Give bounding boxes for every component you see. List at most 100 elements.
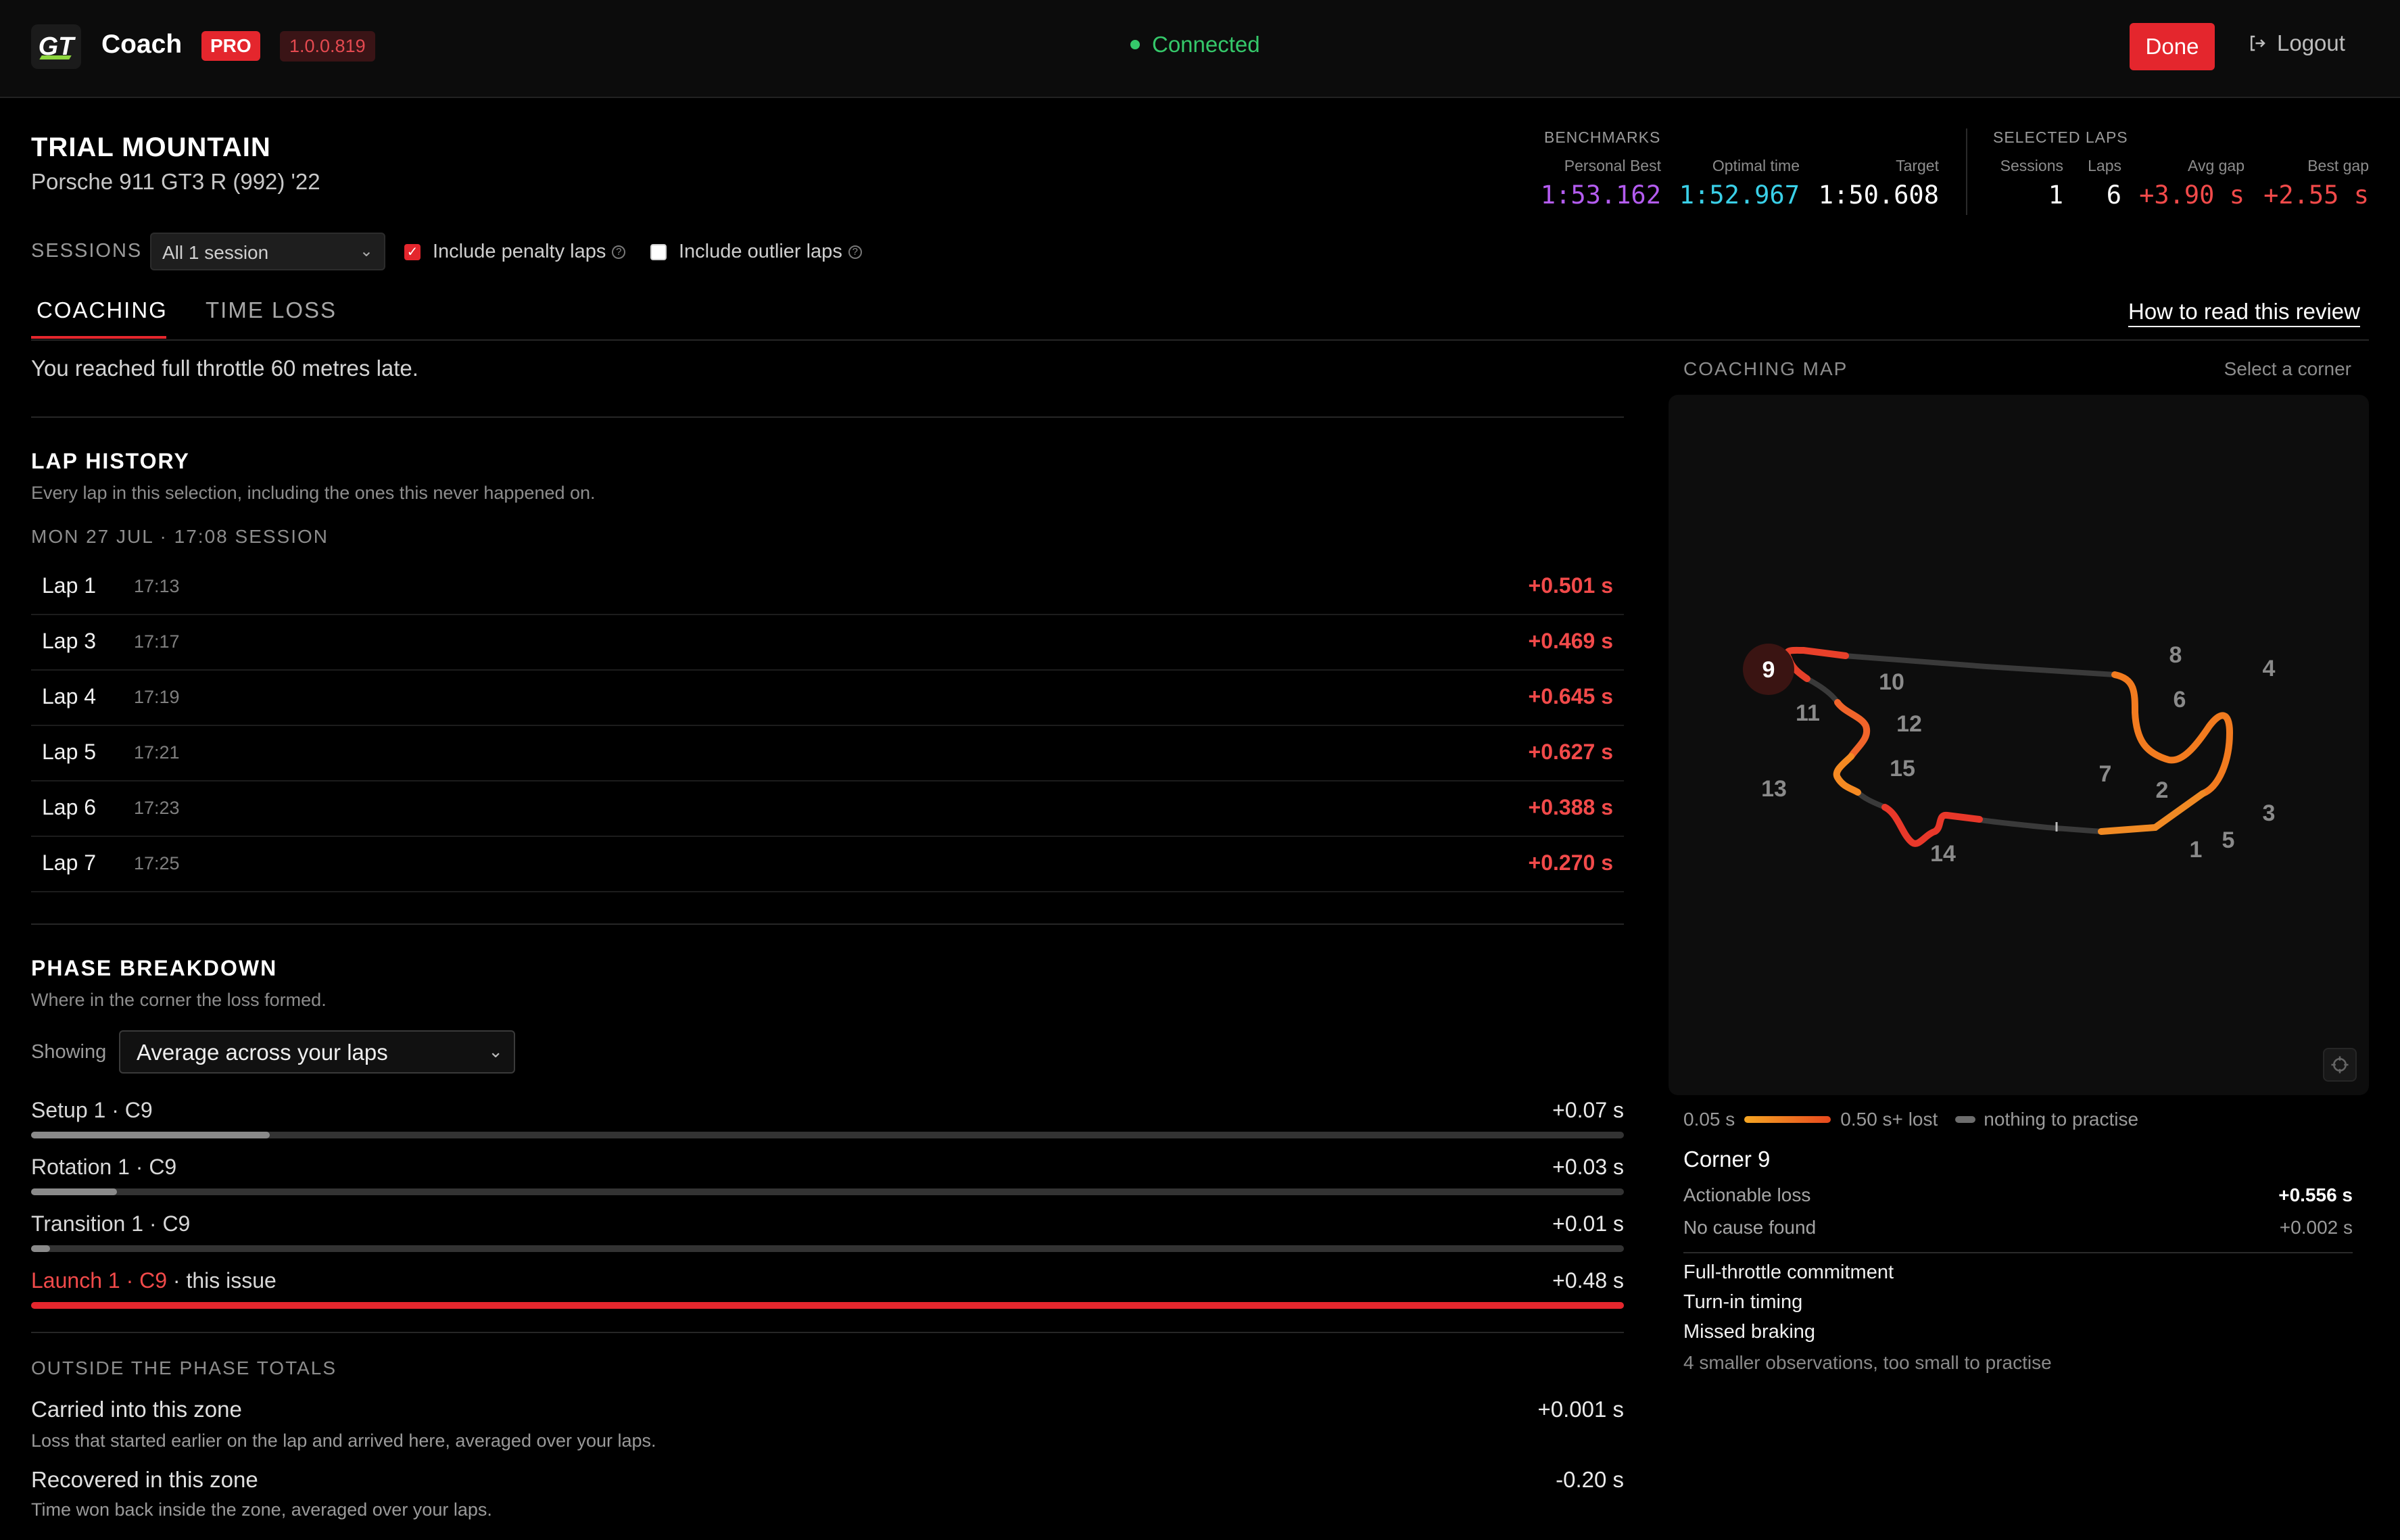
lap-time: 17:17 — [134, 631, 180, 652]
corner-label-12[interactable]: 12 — [1896, 711, 1922, 737]
recovered-title: Recovered in this zone — [31, 1467, 258, 1492]
laps-stat-label: Laps — [2088, 157, 2121, 174]
map-legend: 0.05 s 0.50 s+ lost nothing to practise — [1683, 1109, 2138, 1130]
coaching-summary: You reached full throttle 60 metres late… — [31, 356, 418, 381]
phase-bar-track — [31, 1132, 1624, 1138]
corner-label-13[interactable]: 13 — [1761, 776, 1787, 802]
lap-time: 17:25 — [134, 853, 180, 873]
lap-row[interactable]: Lap 4 17:19 +0.645 s — [31, 671, 1624, 726]
smaller-observations-note: 4 smaller observations, too small to pra… — [1683, 1352, 2052, 1373]
tab-time-loss[interactable]: TIME LOSS — [206, 297, 337, 323]
corner-label-6[interactable]: 6 — [2174, 687, 2186, 713]
phase-bar-fill — [31, 1245, 51, 1252]
lap-name: Lap 7 — [42, 850, 97, 875]
track-name: TRIAL MOUNTAIN — [31, 133, 271, 162]
section-divider — [31, 416, 1624, 418]
phase-label: Launch 1 · C9 · this issue — [31, 1268, 277, 1293]
corner-label-2[interactable]: 2 — [2156, 777, 2169, 803]
corner-label-5[interactable]: 5 — [2222, 827, 2235, 853]
corner-label-1[interactable]: 1 — [2190, 837, 2203, 863]
select-corner-hint: Select a corner — [2224, 358, 2351, 379]
corner-label-10[interactable]: 10 — [1879, 669, 1904, 695]
sessions-select[interactable]: All 1 session ⌄ — [150, 233, 385, 270]
loss-segment-c1[interactable] — [2098, 790, 2206, 835]
logout-icon — [2251, 35, 2265, 51]
checkbox-checked-icon[interactable]: ✓ — [404, 243, 421, 260]
cause-item[interactable]: Turn-in timing — [1683, 1291, 1802, 1314]
phase-label: Setup 1 · C9 — [31, 1098, 153, 1122]
lap-row[interactable]: Lap 6 17:23 +0.388 s — [31, 781, 1624, 837]
corner-label-15[interactable]: 15 — [1890, 756, 1915, 781]
app-logo: GT — [31, 24, 81, 69]
recenter-button[interactable] — [2323, 1048, 2357, 1082]
avg-gap-label: Avg gap — [2188, 157, 2245, 174]
legend-none-label: nothing to practise — [1984, 1109, 2139, 1130]
corner-label-4[interactable]: 4 — [2263, 656, 2276, 681]
penalty-laps-label: Include penalty laps — [433, 241, 606, 262]
corner-label-11[interactable]: 11 — [1796, 700, 1820, 726]
benchmarks-title: BENCHMARKS — [1544, 128, 1661, 146]
carried-title: Carried into this zone — [31, 1397, 242, 1422]
best-gap-value: +2.55 s — [2263, 181, 2369, 210]
tabs-divider — [31, 339, 2369, 341]
corner-label-3[interactable]: 3 — [2263, 800, 2276, 826]
corner-label-9[interactable]: 9 — [1762, 657, 1775, 683]
lap-name: Lap 3 — [42, 629, 97, 653]
outlier-laps-checkbox[interactable]: Include outlier laps ? — [650, 241, 862, 263]
loss-segment-c9[interactable] — [1783, 646, 1849, 682]
cause-item[interactable]: Missed braking — [1683, 1321, 1815, 1343]
legend-gradient-swatch — [1744, 1116, 1831, 1123]
cause-item[interactable]: Full-throttle commitment — [1683, 1261, 1894, 1284]
help-icon[interactable]: ? — [848, 245, 862, 259]
tab-coaching[interactable]: COACHING — [37, 297, 168, 323]
lap-row[interactable]: Lap 3 17:17 +0.469 s — [31, 615, 1624, 671]
how-to-read-link[interactable]: How to read this review — [2128, 299, 2360, 327]
lap-row[interactable]: Lap 7 17:25 +0.270 s — [31, 837, 1624, 892]
track-map[interactable]: 9 1 2 3 4 5 6 7 8 10 11 12 13 14 15 — [1669, 395, 2369, 1095]
version-badge: 1.0.0.819 — [280, 31, 375, 62]
actionable-loss-label: Actionable loss — [1683, 1184, 1811, 1205]
phase-bar-track — [31, 1188, 1624, 1195]
corner-label-7[interactable]: 7 — [2099, 761, 2112, 787]
selected-laps-title: SELECTED LAPS — [1993, 128, 2128, 146]
lap-name: Lap 4 — [42, 684, 97, 708]
personal-best-value: 1:53.162 — [1540, 181, 1661, 210]
carried-subtitle: Loss that started earlier on the lap and… — [31, 1430, 656, 1451]
phase-value: +0.03 s — [1552, 1155, 1624, 1179]
target-label: Target — [1896, 157, 1939, 174]
sessions-stat: Sessions 1 — [2000, 157, 2063, 210]
lap-history-title: LAP HISTORY — [31, 449, 190, 473]
best-gap-label: Best gap — [2307, 157, 2369, 174]
outside-phase-heading: OUTSIDE THE PHASE TOTALS — [31, 1357, 337, 1378]
corner-label-8[interactable]: 8 — [2169, 642, 2182, 668]
outlier-laps-label: Include outlier laps — [679, 241, 842, 262]
loss-segment-c11-12[interactable] — [1834, 699, 1871, 760]
lap-row[interactable]: Lap 5 17:21 +0.627 s — [31, 726, 1624, 781]
checkbox-unchecked-icon[interactable] — [650, 243, 667, 260]
chevron-down-icon: ⌄ — [488, 1041, 503, 1061]
logout-button[interactable]: Logout — [2247, 30, 2345, 56]
actionable-loss-value: +0.556 s — [2278, 1184, 2353, 1205]
phase-bar-track — [31, 1302, 1624, 1309]
coaching-map[interactable]: 9 1 2 3 4 5 6 7 8 10 11 12 13 14 15 — [1669, 395, 2369, 1095]
help-icon[interactable]: ? — [612, 245, 626, 259]
phase-breakdown-subtitle: Where in the corner the loss formed. — [31, 990, 327, 1010]
loss-segment-c6-c4[interactable] — [2111, 671, 2234, 797]
loss-segment-c13[interactable] — [1833, 753, 1861, 796]
lap-time: 17:13 — [134, 576, 180, 596]
chevron-down-icon: ⌄ — [359, 242, 373, 260]
corner-label-14[interactable]: 14 — [1930, 841, 1956, 867]
lap-time: 17:19 — [134, 687, 180, 707]
penalty-laps-checkbox[interactable]: ✓ Include penalty laps ? — [404, 241, 626, 263]
loss-segment-c14[interactable] — [1881, 804, 1983, 847]
lap-gap: +0.645 s — [1528, 684, 1613, 708]
phase-label-highlight: Launch 1 · C9 — [31, 1268, 168, 1293]
phase-value: +0.07 s — [1552, 1098, 1624, 1122]
done-button[interactable]: Done — [2130, 23, 2215, 70]
lap-gap: +0.627 s — [1528, 740, 1613, 764]
showing-select[interactable]: Average across your laps ⌄ — [119, 1030, 515, 1074]
benchmarks-heading: BENCHMARKS — [1544, 128, 1660, 147]
lap-row[interactable]: Lap 1 17:13 +0.501 s — [31, 560, 1624, 615]
personal-best-stat: Personal Best 1:53.162 — [1541, 157, 1661, 210]
lap-gap: +0.270 s — [1528, 850, 1613, 875]
